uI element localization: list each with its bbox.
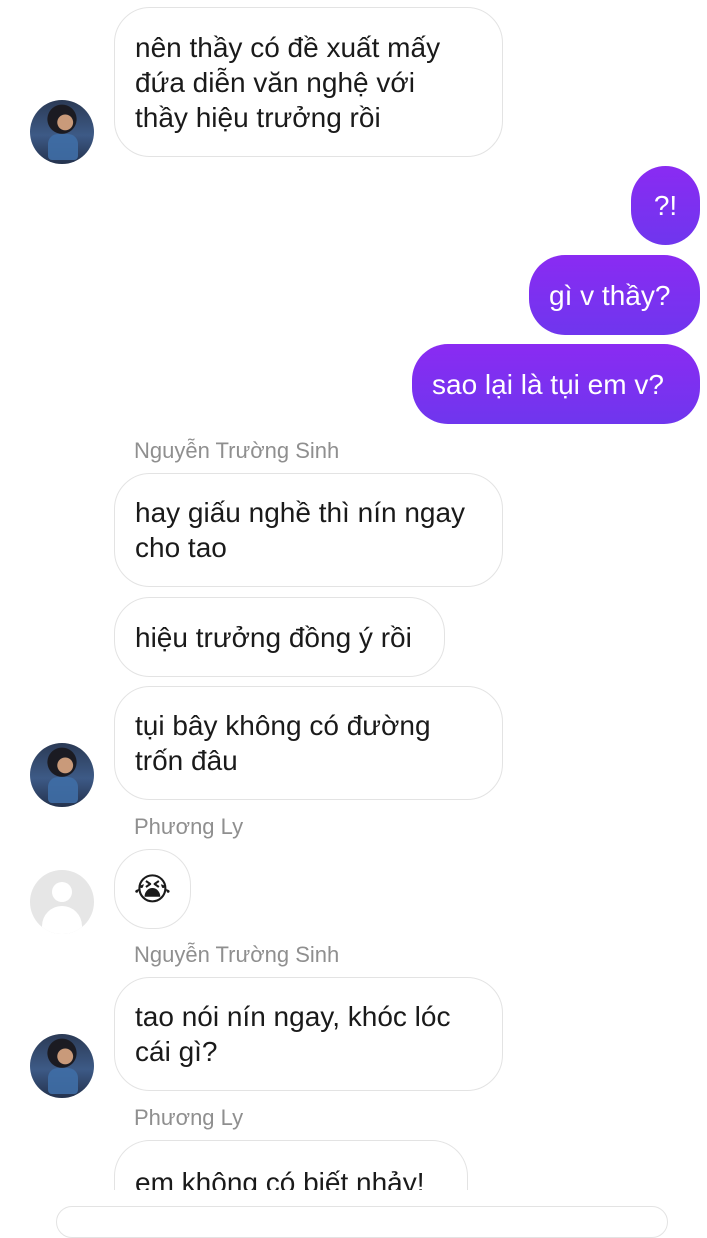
sender-name: Nguyễn Trường Sinh bbox=[134, 942, 340, 967]
message-text: tụi bây không có đường trốn đâu bbox=[135, 710, 431, 776]
message-text: hiệu trưởng đồng ý rồi bbox=[135, 621, 412, 653]
sender-name: Phương Ly bbox=[134, 1105, 244, 1130]
message-bubble-incoming[interactable]: em không có biết nhảy! bbox=[114, 1140, 468, 1190]
avatar[interactable] bbox=[30, 100, 94, 164]
message-text: nên thầy có đề xuất mấy đứa diễn văn ngh… bbox=[135, 31, 441, 133]
message-bubble-incoming[interactable]: hiệu trưởng đồng ý rồi bbox=[114, 597, 445, 677]
avatar-head-shape bbox=[52, 882, 72, 902]
message-text: hay giấu nghề thì nín ngay cho tao bbox=[135, 497, 466, 563]
message-bubble-incoming[interactable]: nên thầy có đề xuất mấy đứa diễn văn ngh… bbox=[114, 7, 503, 157]
avatar[interactable] bbox=[30, 1034, 94, 1098]
sender-name: Phương Ly bbox=[134, 814, 244, 839]
message-text: sao lại là tụi em v? bbox=[432, 368, 664, 400]
message-text: tao nói nín ngay, khóc lóc cái gì? bbox=[135, 1001, 451, 1067]
avatar-body-shape bbox=[42, 906, 82, 934]
message-text: gì v thầy? bbox=[549, 279, 671, 311]
message-text: ?! bbox=[653, 190, 678, 221]
avatar-placeholder[interactable] bbox=[30, 870, 94, 934]
message-bubble-incoming[interactable]: 😭 bbox=[114, 849, 191, 929]
crying-emoji: 😭 bbox=[133, 870, 172, 908]
message-bubble-incoming[interactable]: hay giấu nghề thì nín ngay cho tao bbox=[114, 473, 503, 587]
message-bubble-outgoing[interactable]: gì v thầy? bbox=[529, 255, 700, 335]
message-bubble-outgoing[interactable]: sao lại là tụi em v? bbox=[412, 344, 700, 424]
sender-name: Nguyễn Trường Sinh bbox=[134, 438, 340, 463]
message-bubble-incoming[interactable]: tao nói nín ngay, khóc lóc cái gì? bbox=[114, 977, 503, 1091]
avatar[interactable] bbox=[30, 743, 94, 807]
message-text: em không có biết nhảy! bbox=[135, 1167, 425, 1190]
message-bubble-outgoing[interactable]: ?! bbox=[631, 166, 700, 245]
message-bubble-incoming[interactable]: tụi bây không có đường trốn đâu bbox=[114, 686, 503, 800]
